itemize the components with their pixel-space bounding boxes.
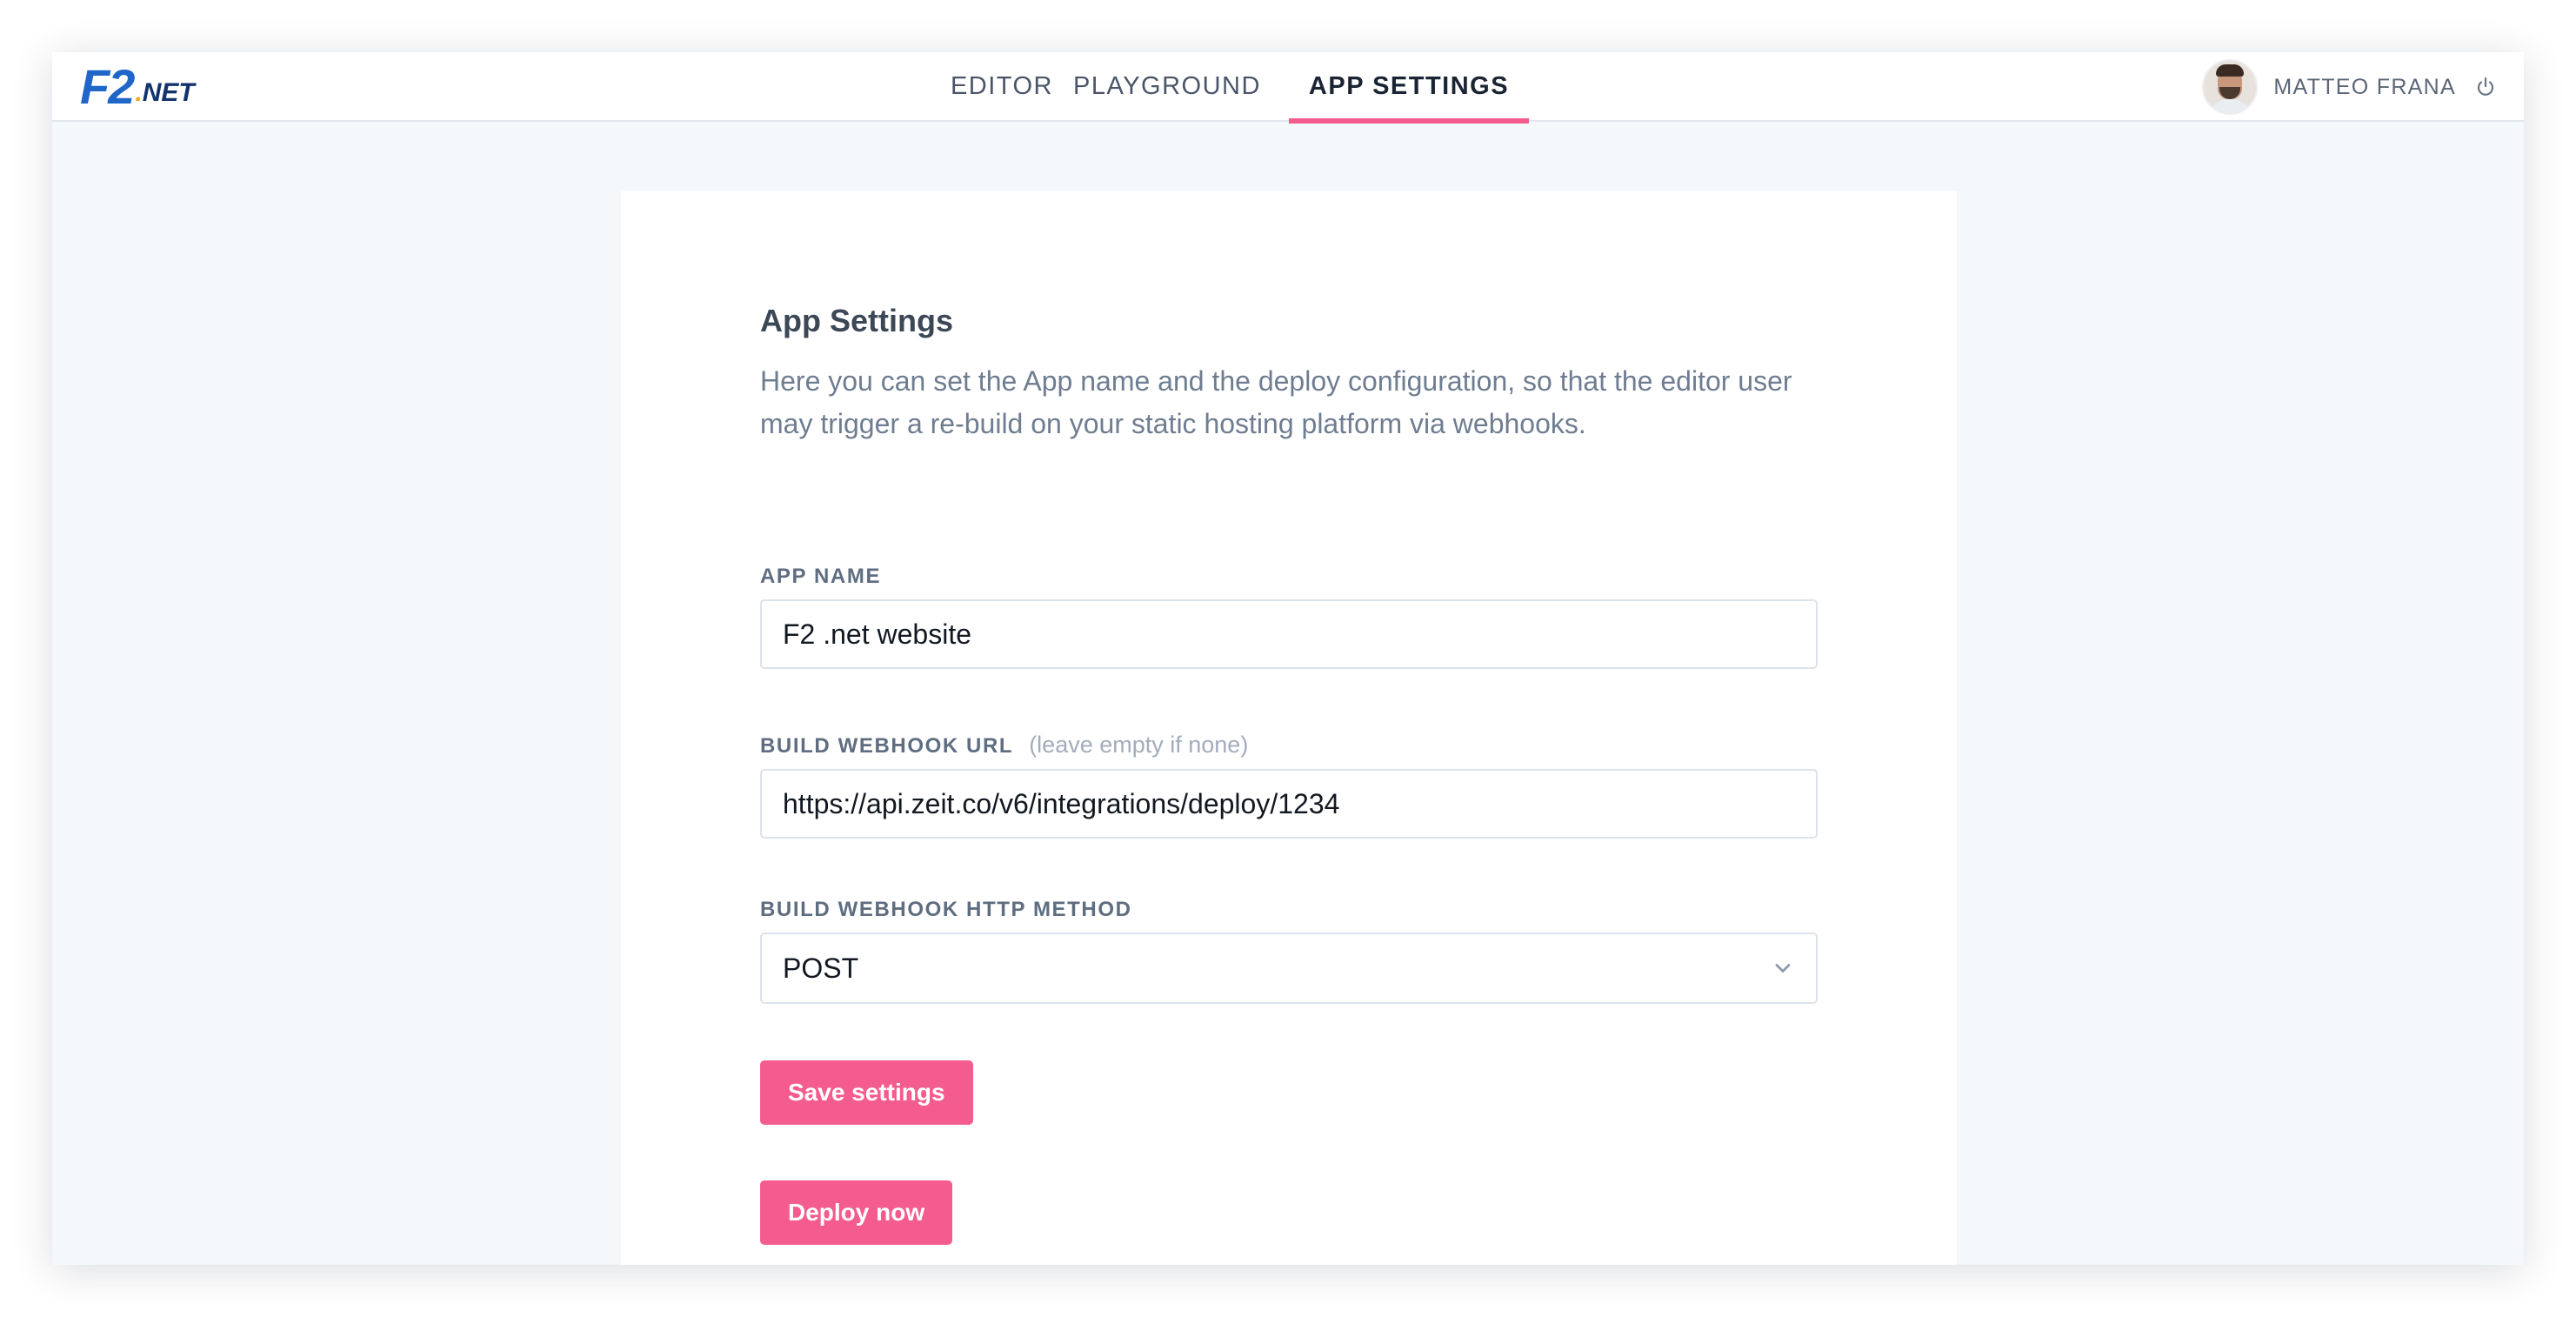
- tab-editor[interactable]: EDITOR: [932, 52, 1071, 122]
- save-settings-button[interactable]: Save settings: [760, 1060, 973, 1125]
- tab-app-settings-label: APP SETTINGS: [1308, 72, 1510, 100]
- app-window: F2 . NET EDITOR PLAYGROUND APP SETTINGS …: [52, 52, 2524, 1265]
- tab-app-settings[interactable]: APP SETTINGS: [1289, 52, 1529, 124]
- webhook-url-label: BUILD WEBHOOK URL (leave empty if none): [760, 732, 1248, 759]
- http-method-value: POST: [783, 952, 859, 984]
- main-nav: EDITOR PLAYGROUND APP SETTINGS: [52, 52, 2524, 124]
- avatar[interactable]: [2202, 59, 2259, 115]
- webhook-url-hint: (leave empty if none): [1029, 732, 1249, 758]
- page-title: App Settings: [760, 303, 953, 338]
- chevron-down-icon: [1775, 964, 1791, 973]
- page-description: Here you can set the App name and the de…: [760, 365, 1792, 439]
- webhook-url-label-text: BUILD WEBHOOK URL: [760, 734, 1014, 758]
- settings-card: App Settings Here you can set the App na…: [621, 191, 1957, 1265]
- http-method-label: BUILD WEBHOOK HTTP METHOD: [760, 898, 1132, 921]
- power-icon[interactable]: [2475, 77, 2496, 97]
- webhook-url-input[interactable]: [760, 769, 1818, 839]
- active-tab-indicator: [1289, 118, 1529, 124]
- tab-playground[interactable]: PLAYGROUND: [1071, 52, 1263, 122]
- http-method-select[interactable]: POST: [760, 933, 1818, 1004]
- deploy-now-button[interactable]: Deploy now: [760, 1180, 953, 1245]
- user-name: MATTEO FRANA: [2273, 74, 2456, 99]
- user-menu[interactable]: MATTEO FRANA: [2202, 52, 2496, 122]
- app-name-label: APP NAME: [760, 565, 882, 588]
- app-name-input[interactable]: [760, 599, 1818, 669]
- top-bar: F2 . NET EDITOR PLAYGROUND APP SETTINGS …: [52, 52, 2524, 124]
